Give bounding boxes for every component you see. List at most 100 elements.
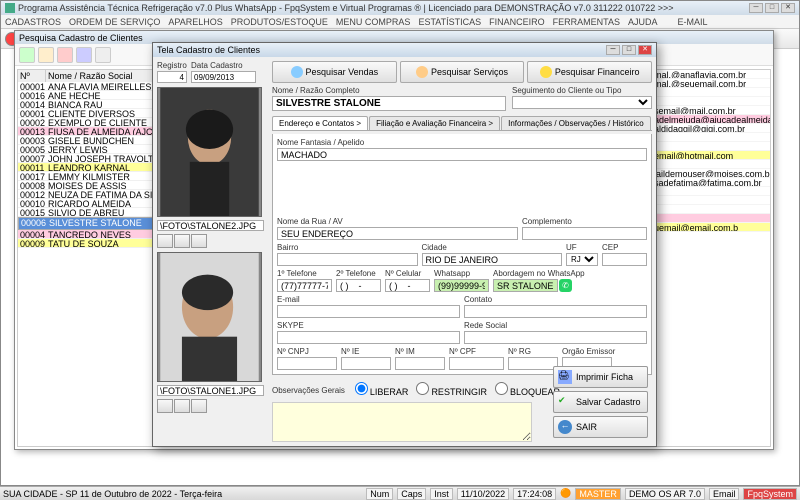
close-button[interactable]: ✕ [781, 3, 795, 13]
menu-cadastros[interactable]: CADASTROS [5, 17, 61, 27]
menu-os[interactable]: ORDEM DE SERVIÇO [69, 17, 160, 27]
email-row[interactable] [652, 196, 770, 205]
table-row[interactable]: 00002EXEMPLO DE CLIENTE [18, 118, 156, 127]
radio-bloquear[interactable]: BLOQUEAR [495, 382, 560, 397]
sair-button[interactable]: ←SAIR [553, 416, 648, 438]
menu-produtos[interactable]: PRODUTOS/ESTOQUE [231, 17, 328, 27]
clients-grid[interactable]: Nº Nome / Razão Social 00001ANA FLAVIA M… [17, 69, 157, 447]
menu-ferramentas[interactable]: FERRAMENTAS [553, 17, 620, 27]
cidade-input[interactable] [422, 253, 563, 266]
obs-textarea[interactable] [272, 402, 532, 442]
email-row[interactable]: mal.@anaflavia.com.br [652, 70, 770, 79]
email-input[interactable] [277, 305, 460, 318]
email-row[interactable]: sadefatima@fatima.com.br [652, 178, 770, 187]
close-button[interactable]: ✕ [638, 45, 652, 55]
table-row[interactable]: 00017LEMMY KILMISTER [18, 172, 156, 181]
minimize-button[interactable]: ─ [606, 45, 620, 55]
table-row[interactable]: 00006SILVESTRE STALONE [18, 217, 156, 230]
bairro-input[interactable] [277, 253, 418, 266]
email-row[interactable]: email@hotmail.com [652, 151, 770, 160]
cep-input[interactable] [602, 253, 647, 266]
email-row[interactable] [652, 214, 770, 223]
tel1-input[interactable] [277, 279, 332, 292]
table-row[interactable]: 00013FIUSA DE ALMEIDA (AJCA) [18, 127, 156, 136]
email-row[interactable]: semail@mail.com.br [652, 106, 770, 115]
photo-browse-icon[interactable] [157, 234, 173, 248]
radio-liberar[interactable]: LIBERAR [355, 382, 409, 397]
email-row[interactable] [652, 187, 770, 196]
pesquisar-financeiro-button[interactable]: Pesquisar Financeiro [527, 61, 652, 83]
email-row[interactable]: uemail@email.com.b [652, 223, 770, 232]
table-row[interactable]: 00009TATU DE SOUZA [18, 239, 156, 248]
tel2-input[interactable] [336, 279, 381, 292]
whatsapp-input[interactable] [434, 279, 489, 292]
delete-icon[interactable] [57, 47, 73, 63]
table-row[interactable]: 00011LEANDRO KARNAL [18, 163, 156, 172]
photo-clear-icon[interactable] [191, 399, 207, 413]
pesquisar-vendas-button[interactable]: Pesquisar Vendas [272, 61, 397, 83]
tab-filiacao[interactable]: Filiação e Avaliação Financeira > [369, 116, 500, 130]
menu-email[interactable]: E-MAIL [678, 17, 708, 27]
email-row[interactable] [652, 133, 770, 142]
table-row[interactable]: 00008MOISES DE ASSIS [18, 181, 156, 190]
rg-input[interactable] [508, 357, 558, 370]
minimize-button[interactable]: ─ [749, 3, 763, 13]
table-row[interactable]: 00016ANE HECHE [18, 91, 156, 100]
uf-select[interactable]: RJ [566, 253, 598, 266]
nome-input[interactable] [272, 96, 506, 111]
data-cadastro-input[interactable] [191, 71, 256, 83]
table-row[interactable]: 00014BIANCA RAU [18, 100, 156, 109]
email-row[interactable] [652, 88, 770, 97]
pesquisar-servicos-button[interactable]: Pesquisar Serviços [400, 61, 525, 83]
rede-input[interactable] [464, 331, 647, 344]
registro-input[interactable] [157, 71, 187, 83]
complemento-input[interactable] [522, 227, 647, 240]
email-row[interactable] [652, 160, 770, 169]
table-row[interactable]: 00005JERRY LEWIS [18, 145, 156, 154]
add-icon[interactable] [19, 47, 35, 63]
tool-icon[interactable] [95, 47, 111, 63]
photo-search-icon[interactable] [174, 234, 190, 248]
menu-compras[interactable]: MENU COMPRAS [336, 17, 411, 27]
emails-column[interactable]: mal.@anaflavia.com.brmal.@seuemail.com.b… [651, 69, 771, 447]
email-row[interactable] [652, 205, 770, 214]
table-row[interactable]: 00015SILVIO DE ABREU [18, 208, 156, 217]
email-row[interactable]: mal.@seuemail.com.br [652, 79, 770, 88]
email-row[interactable] [652, 142, 770, 151]
menu-aparelhos[interactable]: APARELHOS [168, 17, 222, 27]
tab-endereco[interactable]: Endereço e Contatos > [272, 116, 368, 130]
email-row[interactable]: aldidaggjl@gigi.com.br [652, 124, 770, 133]
email-row[interactable] [652, 97, 770, 106]
menu-estatisticas[interactable]: ESTATÍSTICAS [418, 17, 481, 27]
menu-financeiro[interactable]: FINANCEIRO [489, 17, 545, 27]
rua-input[interactable] [277, 227, 518, 240]
tool-icon[interactable] [76, 47, 92, 63]
contato-input[interactable] [464, 305, 647, 318]
ie-input[interactable] [341, 357, 391, 370]
cnpj-input[interactable] [277, 357, 337, 370]
cel-input[interactable] [385, 279, 430, 292]
whatsapp-icon[interactable]: ✆ [559, 279, 572, 292]
menu-ajuda[interactable]: AJUDA [628, 17, 658, 27]
photo-clear-icon[interactable] [191, 234, 207, 248]
im-input[interactable] [395, 357, 445, 370]
status-fpq[interactable]: FpqSystem [743, 488, 797, 500]
salvar-button[interactable]: ✔Salvar Cadastro [553, 391, 648, 413]
email-row[interactable]: laildemouser@moises.com.br [652, 169, 770, 178]
edit-icon[interactable] [38, 47, 54, 63]
table-row[interactable]: 00001CLIENTE DIVERSOS [18, 109, 156, 118]
table-row[interactable]: 00012NEUZA DE FATIMA DA SIL [18, 190, 156, 199]
seguimento-select[interactable] [512, 96, 652, 109]
status-email[interactable]: Email [709, 488, 740, 500]
table-row[interactable]: 00001ANA FLAVIA MEIRELLES [18, 82, 156, 91]
photo-search-icon[interactable] [174, 399, 190, 413]
radio-restringir[interactable]: RESTRINGIR [416, 382, 487, 397]
email-row[interactable]: adelmeiuda@ajucadealmeida.com.br [652, 115, 770, 124]
tab-info[interactable]: Informações / Observações / Histórico [501, 116, 651, 130]
cpf-input[interactable] [449, 357, 504, 370]
maximize-button[interactable]: □ [622, 45, 636, 55]
table-row[interactable]: 00003GISELE BUNDCHEN [18, 136, 156, 145]
table-row[interactable]: 00004TANCREDO NEVES [18, 230, 156, 239]
abordagem-input[interactable] [493, 279, 558, 292]
table-row[interactable]: 00010RICARDO ALMEIDA [18, 199, 156, 208]
